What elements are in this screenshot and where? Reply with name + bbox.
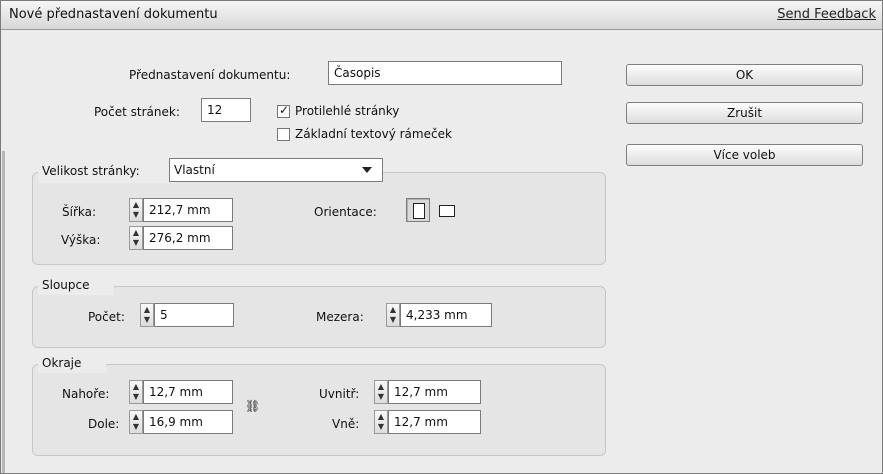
gutter-field[interactable]: 4,233 mm [400,303,492,327]
primary-text-frame-label: Základní textový rámeček [295,127,452,141]
send-feedback-link[interactable]: Send Feedback [777,7,876,22]
left-edge-shadow [2,151,5,473]
margin-bottom-label: Dole: [88,417,120,431]
more-options-button[interactable]: Více voleb [626,144,863,166]
width-field[interactable]: 212,7 mm [143,198,233,222]
columns-count-spinner-icon[interactable]: ▲ ▼ [140,303,154,327]
primary-text-frame-checkbox[interactable] [277,128,290,141]
gutter-label: Mezera: [316,310,364,324]
page-size-label: Velikost stránky: [42,164,140,178]
landscape-orientation-icon[interactable] [434,198,458,222]
ok-button[interactable]: OK [626,64,863,86]
margins-legend-text: Okraje [42,356,82,370]
page-size-dropdown[interactable]: Vlastní [169,158,383,182]
margins-group [32,364,606,456]
pages-count-field[interactable]: 12 [201,98,251,122]
chevron-down-icon [362,167,372,173]
margin-bottom-field[interactable]: 16,9 mm [143,410,233,434]
margin-inside-field[interactable]: 12,7 mm [388,380,481,404]
preset-label: Přednastavení dokumentu: [129,68,291,82]
columns-count-label: Počet: [88,310,125,324]
margin-outside-field[interactable]: 12,7 mm [388,410,481,434]
title-bar: Nové přednastavení dokumentu Send Feedba… [1,1,882,30]
width-spinner-icon[interactable]: ▲ ▼ [129,198,143,222]
height-label: Výška: [61,233,101,247]
gutter-spinner-icon[interactable]: ▲ ▼ [386,303,400,327]
height-spinner-icon[interactable]: ▲ ▼ [129,226,143,250]
page-size-value: Vlastní [174,163,215,177]
facing-pages-checkbox[interactable] [277,103,290,118]
margin-outside-label: Vně: [332,417,360,431]
margin-inside-label: Uvnitř: [319,387,360,401]
facing-pages-label: Protilehlé stránky [295,104,400,118]
margin-outside-spinner-icon[interactable]: ▲ ▼ [374,410,388,434]
orientation-label: Orientace: [314,205,377,219]
margin-top-label: Nahoře: [62,387,110,401]
dialog-window: Nové přednastavení dokumentu Send Feedba… [0,0,883,474]
columns-legend-text: Sloupce [42,278,90,292]
preset-field[interactable]: Časopis [328,61,562,85]
chain-link-icon[interactable]: ⛓ [245,399,260,413]
width-label: Šířka: [62,205,97,219]
window-title: Nové přednastavení dokumentu [9,7,218,22]
cancel-button[interactable]: Zrušit [626,102,863,124]
margin-top-spinner-icon[interactable]: ▲ ▼ [129,380,143,404]
portrait-orientation-icon[interactable] [406,198,430,222]
margin-top-field[interactable]: 12,7 mm [143,380,233,404]
margin-inside-spinner-icon[interactable]: ▲ ▼ [374,380,388,404]
height-field[interactable]: 276,2 mm [143,226,233,250]
margin-bottom-spinner-icon[interactable]: ▲ ▼ [129,410,143,434]
columns-count-field[interactable]: 5 [154,303,234,327]
pages-count-label: Počet stránek: [94,105,180,119]
